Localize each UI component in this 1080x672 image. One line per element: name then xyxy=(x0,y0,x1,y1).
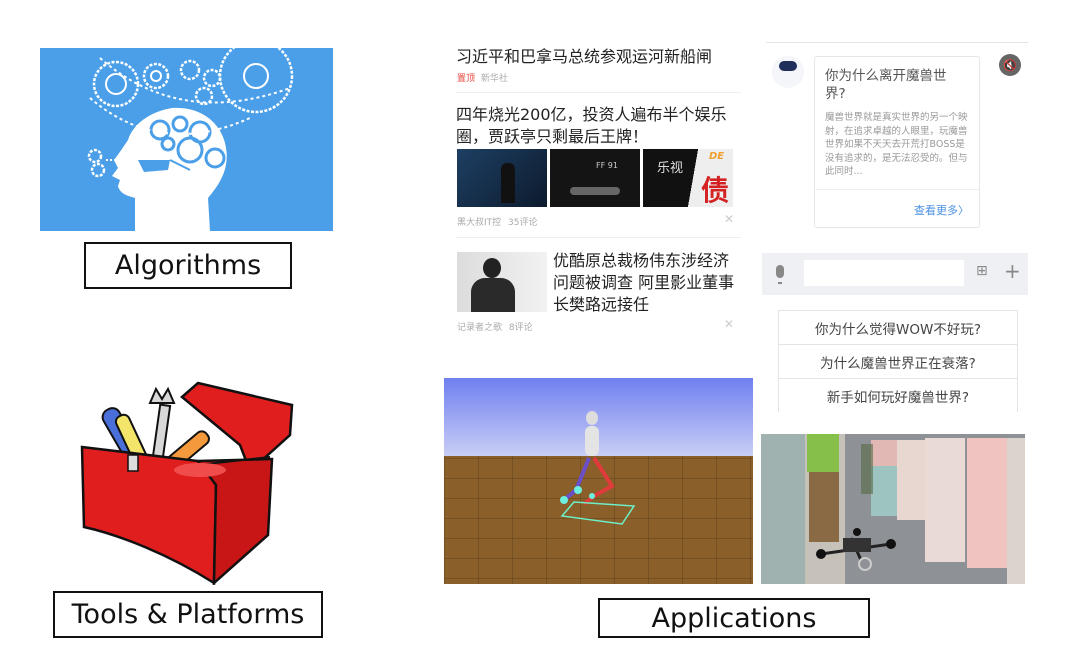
suggested-question[interactable]: 你为什么觉得WOW不好玩? xyxy=(778,310,1018,345)
divider xyxy=(815,189,979,190)
close-icon[interactable]: ✕ xyxy=(724,212,734,226)
news-item-title[interactable]: 习近平和巴拿马总统参观运河新船闸 xyxy=(456,46,741,68)
toolbox-icon xyxy=(80,381,294,586)
drone-icon xyxy=(761,434,1025,584)
plus-icon[interactable]: + xyxy=(1004,259,1021,283)
mute-icon[interactable]: 🔇 xyxy=(999,54,1021,76)
news-thumbnail: 乐视 DE 债 xyxy=(643,149,733,207)
tools-platforms-label: Tools & Platforms xyxy=(53,591,323,638)
toolbox-illustration xyxy=(70,375,295,586)
news-item-title[interactable]: 四年烧光200亿，投资人遍布半个娱乐圈，贾跃亭只剩最后王牌！ xyxy=(456,104,732,148)
bot-avatar xyxy=(772,56,804,88)
suggested-question[interactable]: 为什么魔兽世界正在衰落? xyxy=(778,344,1018,379)
answer-text: 魔兽世界就是真实世界的另一个映射，在追求卓越的人眼里，玩魔兽世界如果不天天去开荒… xyxy=(825,112,968,177)
microphone-icon[interactable] xyxy=(776,265,784,278)
news-thumbnail xyxy=(457,149,547,207)
brain-gears-icon xyxy=(40,48,333,231)
chevron-right-icon: 〉 xyxy=(958,204,969,217)
chat-input[interactable] xyxy=(804,260,964,286)
algorithms-illustration xyxy=(40,48,333,231)
suggested-question[interactable]: 新手如何玩好魔兽世界? xyxy=(778,378,1018,412)
divider xyxy=(766,42,1028,43)
news-source: 新华社 xyxy=(480,74,508,84)
algorithms-label: Algorithms xyxy=(84,242,292,289)
apps-grid-icon[interactable]: ⊞ xyxy=(976,263,988,279)
pinned-tag: 置顶 xyxy=(457,74,476,84)
comment-count: 35评论 xyxy=(508,218,538,228)
comment-count: 8评论 xyxy=(508,323,533,333)
chat-answer-card: 你为什么离开魔兽世界? 魔兽世界就是真实世界的另一个映射，在追求卓越的人眼里，玩… xyxy=(814,56,980,228)
news-feed-screenshot: 习近平和巴拿马总统参观运河新船闸 置顶 新华社 四年烧光200亿，投资人遍布半个… xyxy=(450,40,745,340)
news-source: 黑大叔IT控 xyxy=(457,218,502,228)
news-source: 记录者之歌 xyxy=(457,323,503,333)
applications-label: Applications xyxy=(598,598,870,638)
divider xyxy=(456,237,741,238)
physics-simulation-image xyxy=(444,378,753,584)
see-more-link[interactable]: 查看更多〉 xyxy=(914,202,969,218)
close-icon[interactable]: ✕ xyxy=(724,317,734,331)
news-item-title[interactable]: 优酷原总裁杨伟东涉经济问题被调查 阿里影业董事长樊路远接任 xyxy=(553,250,738,316)
news-thumbnail: FF 91 xyxy=(550,149,640,207)
answer-question: 你为什么离开魔兽世界? xyxy=(825,68,947,102)
walking-skeleton-icon xyxy=(444,378,753,584)
drone-navigation-image xyxy=(761,434,1025,584)
news-thumbnail xyxy=(457,252,547,312)
divider xyxy=(456,92,741,93)
chat-input-bar: ⊞ + xyxy=(762,253,1028,295)
chatbot-screenshot: 你为什么离开魔兽世界? 魔兽世界就是真实世界的另一个映射，在追求卓越的人眼里，玩… xyxy=(762,40,1028,412)
